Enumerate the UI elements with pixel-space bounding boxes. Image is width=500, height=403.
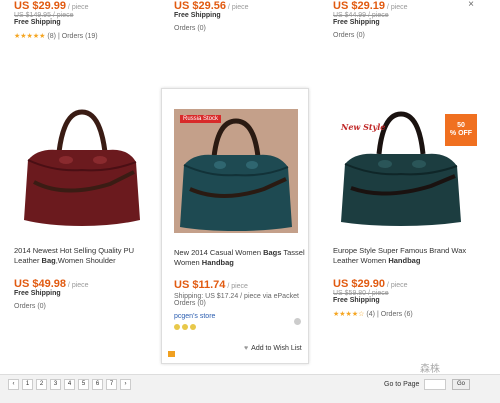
pagination-bar: ‹ 1 2 3 4 5 6 7 › Go to Page Go [0,374,500,403]
page-button-2[interactable]: 2 [36,379,47,390]
orders[interactable]: Orders (0) [14,303,154,310]
original-price: US $44.99 / piece [333,12,389,19]
star-rating-icon: ★★★★☆ [333,311,365,318]
next-page-button[interactable]: › [120,379,131,390]
rating: ★★★★★ (8) | Orders (19) [14,32,98,41]
product-card-3[interactable]: New Style 50 % OFF Europe Style Super Fa… [327,88,477,364]
price: US $29.90 / piece [333,278,408,290]
free-shipping: Free Shipping [14,290,61,297]
orders[interactable]: Orders (6) [381,311,413,318]
compare-icon[interactable] [294,318,301,325]
new-style-badge: New Style [341,122,386,132]
top-product-row: US $29.99 / piece US $149.95 / piece Fre… [0,0,500,60]
price: US $29.19 / piece [333,0,408,12]
product-image[interactable]: Russia Stock [174,109,298,233]
product-title[interactable]: 2014 Newest Hot Selling Quality PU Leath… [14,246,154,266]
medal-icon [174,324,180,330]
page-button-1[interactable]: 1 [22,379,33,390]
rating: ★★★★☆ (4) | Orders (6) [333,310,413,319]
rating-count[interactable]: (8) [47,33,56,40]
price: US $29.99 / piece [14,0,89,12]
rating-count[interactable]: (4) [366,311,375,318]
shipping-info: Shipping: US $17.24 / piece via ePacket [174,293,299,300]
product-image[interactable]: New Style 50 % OFF [333,102,477,228]
prev-page-button[interactable]: ‹ [8,379,19,390]
product-title[interactable]: Europe Style Super Famous Brand Wax Leat… [333,246,473,266]
go-button[interactable]: Go [452,379,470,390]
orders[interactable]: Orders (19) [62,33,98,40]
page-button-4[interactable]: 4 [64,379,75,390]
medal-icon [190,324,196,330]
product-card-1[interactable]: 2014 Newest Hot Selling Quality PU Leath… [8,88,156,364]
cart-icon[interactable] [168,351,175,357]
store-link[interactable]: pcgen's store [174,313,314,320]
orders[interactable]: Orders (0) [333,32,483,39]
product-meta: US $11.74 / piece Shipping: US $17.24 / … [174,279,314,330]
product-image[interactable] [14,102,150,228]
discount-badge: 50 % OFF [445,114,477,146]
product-title[interactable]: New 2014 Casual Women Bags Tassel Women … [174,248,310,268]
original-price: US $149.95 / piece [14,12,74,19]
page-button-3[interactable]: 3 [50,379,61,390]
page-button-5[interactable]: 5 [78,379,89,390]
product-meta: US $49.98 / piece Free Shipping Orders (… [14,278,154,310]
discount-value: 50 [457,122,465,129]
page-button-7[interactable]: 7 [106,379,117,390]
page-number-input[interactable] [424,379,446,390]
heart-icon: ♥ [244,345,249,352]
original-price: US $59.80 / piece [333,290,389,297]
orders[interactable]: Orders (0) [174,300,314,307]
wishlist-label: Add to Wish List [251,345,302,352]
handbag-image [24,109,140,226]
free-shipping: Free Shipping [333,297,380,304]
wishlist-link[interactable]: ♥ Add to Wish List [244,345,302,352]
russia-stock-badge: Russia Stock [180,115,222,123]
top-product-2[interactable]: US $29.56 / piece Free Shipping Orders (… [174,0,324,32]
top-product-1[interactable]: US $29.99 / piece US $149.95 / piece Fre… [14,0,164,40]
price: US $49.98 / piece [14,278,89,290]
star-rating-icon: ★★★★★ [14,33,46,40]
free-shipping: Free Shipping [14,19,61,26]
close-icon[interactable]: × [466,0,476,10]
free-shipping: Free Shipping [333,19,380,26]
free-shipping: Free Shipping [174,12,221,19]
store-badges [174,324,314,330]
price: US $11.74 / piece [174,279,248,291]
discount-label: % OFF [449,130,473,137]
top-product-3[interactable]: US $29.19 / piece US $44.99 / piece Free… [333,0,483,39]
goto-label: Go to Page [384,381,420,388]
medal-icon [182,324,188,330]
product-card-2[interactable]: Russia Stock New 2014 Casual Women Bags … [161,88,309,364]
price: US $29.56 / piece [174,0,249,12]
page-button-6[interactable]: 6 [92,379,103,390]
handbag-image [174,109,298,233]
orders[interactable]: Orders (0) [174,25,324,32]
product-meta: US $29.90 / piece US $59.80 / piece Free… [333,278,473,318]
watermark: 森株 [420,364,440,375]
